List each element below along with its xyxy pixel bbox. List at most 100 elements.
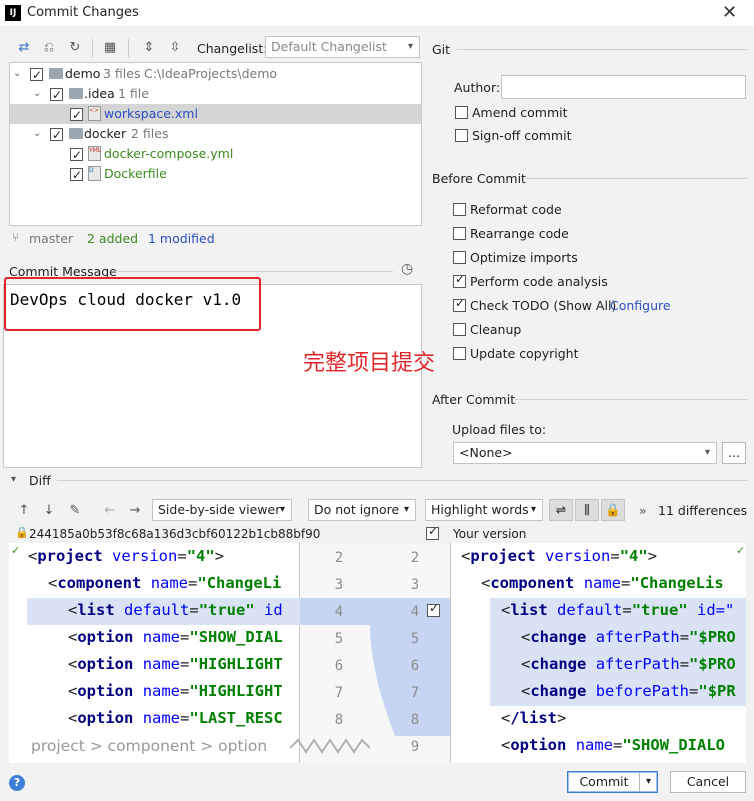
cleanup-checkbox[interactable] (453, 323, 466, 336)
signoff-label[interactable]: Sign-off commit (472, 128, 572, 143)
tree-row-workspace[interactable]: <> workspace.xml (10, 104, 421, 125)
cleanup-label[interactable]: Cleanup (470, 322, 521, 337)
amend-label[interactable]: Amend commit (472, 105, 568, 120)
diff-title: Diff (29, 473, 51, 488)
chevron-down-icon[interactable]: ⌄ (13, 64, 21, 84)
expand-all-icon[interactable]: ⇕ (141, 40, 157, 56)
divider (527, 178, 747, 179)
group-by-icon[interactable]: ▦ (102, 40, 118, 56)
divider (57, 480, 747, 481)
arrow-down-icon[interactable]: ↓ (41, 503, 57, 519)
refresh-icon[interactable]: ↻ (67, 40, 83, 56)
rearrange-checkbox[interactable] (453, 227, 466, 240)
tree-label-docker: docker (84, 126, 127, 141)
tree-path-demo: C:\IdeaProjects\demo (144, 66, 278, 81)
chevron-down-icon: ▾ (407, 41, 413, 52)
highlight-dropdown[interactable]: Highlight words ▾ (425, 499, 543, 521)
right-line-number: 8 (410, 712, 420, 728)
upload-dropdown[interactable]: <None> ▾ (453, 442, 717, 464)
chevron-down-icon[interactable]: ▾ (11, 474, 16, 485)
tree-row-compose[interactable]: YML docker-compose.yml (10, 144, 421, 165)
todo-checkbox[interactable] (453, 296, 466, 312)
arrow-left-icon[interactable]: ← (102, 503, 118, 519)
chevron-down-icon[interactable]: ▾ (639, 772, 657, 792)
reformat-label[interactable]: Reformat code (470, 202, 562, 217)
collapsed-lines-marker (290, 738, 370, 754)
edit-pencil-icon[interactable]: ✎ (67, 503, 83, 519)
diff-arrows-icon[interactable]: ⇄ (16, 40, 32, 56)
author-value (502, 79, 506, 94)
branch-name[interactable]: master (29, 231, 73, 246)
before-commit-title: Before Commit (432, 171, 526, 186)
include-change-checkbox[interactable] (427, 601, 440, 617)
viewer-dropdown[interactable]: Side-by-side viewer ▾ (152, 499, 292, 521)
chevron-down-icon[interactable]: ⌄ (33, 84, 41, 104)
checkbox-demo[interactable] (30, 65, 43, 85)
tree-row-docker[interactable]: ⌄ docker 2 files (10, 124, 421, 145)
close-icon[interactable]: ✕ (722, 2, 737, 23)
chevron-down-icon: ▾ (279, 504, 285, 515)
commit-button[interactable]: Commit ▾ (567, 771, 658, 793)
tree-row-idea[interactable]: ⌄ .idea 1 file (10, 84, 421, 105)
collapse-all-icon[interactable]: ⇳ (167, 40, 183, 56)
copyright-label[interactable]: Update copyright (470, 346, 578, 361)
sync-scroll-icon[interactable]: ⫼ (575, 499, 599, 521)
folder-icon (49, 68, 63, 79)
your-version-checkbox[interactable] (426, 524, 439, 540)
help-icon[interactable]: ? (9, 775, 25, 791)
signoff-checkbox[interactable] (455, 129, 468, 142)
rollback-icon[interactable]: ⎌ (41, 40, 57, 56)
right-line-6: <change beforePath="$PR (521, 682, 736, 700)
optimize-label[interactable]: Optimize imports (470, 250, 578, 265)
right-line-1: <project version="4"> (461, 547, 658, 565)
breadcrumb[interactable]: project > component > option (31, 737, 291, 757)
lock-icon[interactable]: 🔒 (601, 499, 625, 521)
rearrange-label[interactable]: Rearrange code (470, 226, 569, 241)
tree-row-demo[interactable]: ⌄ demo 3 files C:\IdeaProjects\demo (10, 64, 421, 85)
checkbox-idea[interactable] (50, 85, 63, 105)
checkbox-workspace[interactable] (70, 105, 83, 125)
left-line-number: 5 (334, 631, 344, 647)
history-clock-icon[interactable]: ◷ (401, 261, 413, 277)
annotation-text: 完整项目提交 (303, 351, 436, 376)
right-line-number: 9 (410, 739, 420, 755)
left-line-7: <option name="LAST_RESC (68, 709, 283, 727)
cancel-button[interactable]: Cancel (670, 771, 746, 793)
copyright-checkbox[interactable] (453, 347, 466, 360)
reformat-checkbox[interactable] (453, 203, 466, 216)
more-chevrons-icon[interactable]: » (639, 503, 647, 518)
checkbox-dockerfile[interactable] (70, 165, 83, 185)
left-line-6: <option name="HIGHLIGHT (68, 682, 283, 700)
right-line-number: 5 (410, 631, 420, 647)
todo-label[interactable]: Check TODO (Show All) (470, 298, 616, 313)
changelist-label: Changelist: (197, 41, 268, 56)
collapse-unchanged-icon[interactable]: ⇌ (549, 499, 573, 521)
changelist-dropdown[interactable]: Default Changelist ▾ (265, 36, 420, 58)
tree-count-idea: 1 file (118, 86, 149, 101)
tree-label-dockerfile: Dockerfile (104, 166, 167, 181)
amend-checkbox[interactable] (455, 106, 468, 119)
arrow-right-icon[interactable]: → (127, 503, 143, 519)
changes-tree[interactable]: ⌄ demo 3 files C:\IdeaProjects\demo ⌄ .i… (9, 62, 422, 226)
upload-label: Upload files to: (452, 422, 547, 437)
analysis-label[interactable]: Perform code analysis (470, 274, 608, 289)
added-count: 2 added (87, 231, 139, 246)
optimize-checkbox[interactable] (453, 251, 466, 264)
left-line-4: <option name="SHOW_DIAL (68, 628, 283, 646)
browse-button[interactable]: ... (722, 442, 746, 464)
branch-icon: ⑂ (12, 230, 20, 244)
configure-link[interactable]: Configure (610, 298, 671, 313)
author-input[interactable] (501, 75, 746, 99)
analysis-checkbox[interactable] (453, 272, 466, 288)
checkbox-compose[interactable] (70, 145, 83, 165)
chevron-down-icon: ▾ (704, 447, 710, 458)
arrow-up-icon[interactable]: ↑ (16, 503, 32, 519)
viewer-value: Side-by-side viewer (158, 502, 281, 517)
ignore-dropdown[interactable]: Do not ignore ▾ (308, 499, 416, 521)
highlight-box (4, 277, 261, 331)
chevron-down-icon[interactable]: ⌄ (33, 124, 41, 144)
chevron-down-icon: ▾ (530, 504, 536, 515)
tree-row-dockerfile[interactable]: D Dockerfile (10, 164, 421, 185)
checkbox-docker[interactable] (50, 125, 63, 145)
highlight-value: Highlight words (431, 502, 529, 517)
